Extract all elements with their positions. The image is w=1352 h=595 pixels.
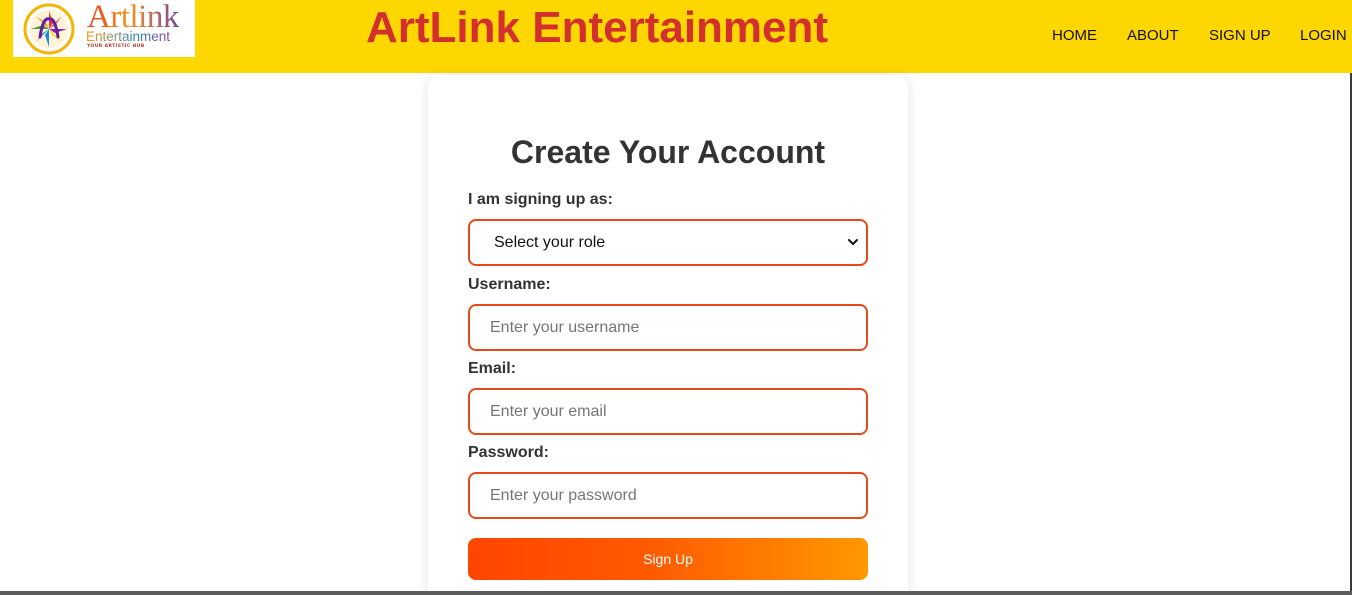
password-label: Password: bbox=[468, 444, 549, 461]
site-header: Artlink Entertainment YOUR ARTISTIC HUB … bbox=[0, 0, 1352, 73]
form-title: Create Your Account bbox=[510, 134, 826, 170]
sign-up-button[interactable]: Sign Up bbox=[468, 538, 868, 580]
window-edge-bottom bbox=[0, 591, 1352, 595]
email-label: Email: bbox=[468, 360, 517, 377]
logo-tagline: YOUR ARTISTIC HUB bbox=[87, 44, 145, 49]
logo-subtitle: Entertainment bbox=[86, 29, 171, 44]
username-field-box bbox=[468, 304, 868, 351]
role-label: I am signing up as: bbox=[468, 191, 613, 208]
logo[interactable]: Artlink Entertainment YOUR ARTISTIC HUB bbox=[13, 0, 195, 57]
signup-card: Create Your Account I am signing up as: … bbox=[428, 75, 908, 595]
page: Artlink Entertainment YOUR ARTISTIC HUB … bbox=[0, 0, 1352, 595]
chevron-down-icon bbox=[848, 239, 858, 245]
nav-sign-up[interactable]: SIGN UP bbox=[1209, 27, 1271, 45]
username-input[interactable] bbox=[470, 306, 866, 349]
nav-about[interactable]: ABOUT bbox=[1127, 27, 1179, 45]
brand-title: ArtLink Entertainment bbox=[366, 3, 829, 52]
nav-login[interactable]: LOGIN bbox=[1300, 27, 1347, 45]
password-field-box bbox=[468, 472, 868, 519]
email-field-box bbox=[468, 388, 868, 435]
email-input[interactable] bbox=[470, 390, 866, 433]
role-select-value: Select your role bbox=[494, 234, 606, 251]
nav-home[interactable]: HOME bbox=[1052, 27, 1097, 45]
role-select[interactable]: Select your role bbox=[468, 219, 868, 266]
username-label: Username: bbox=[468, 276, 551, 293]
password-input[interactable] bbox=[470, 474, 866, 517]
artlink-logo-icon bbox=[23, 3, 75, 55]
